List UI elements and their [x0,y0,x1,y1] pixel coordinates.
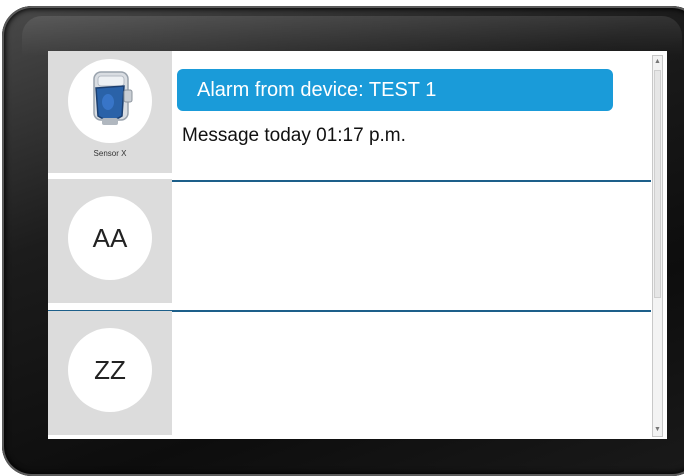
alert-list-screen: Sensor X Alarm from device: TEST 1 Messa… [48,51,667,439]
scroll-up-arrow-icon[interactable]: ▲ [653,56,662,68]
sensor-device-icon [80,66,140,137]
avatar-panel: ZZ [48,311,172,435]
alert-item-zz[interactable]: ZZ [48,311,651,437]
alarm-message: Message today 01:17 p.m. [182,125,406,146]
scroll-down-arrow-icon[interactable]: ▼ [653,424,662,436]
avatar-initials: ZZ [68,328,152,412]
avatar-initials: AA [68,196,152,280]
alert-item-aa[interactable]: AA [48,179,651,305]
scroll-thumb[interactable] [654,70,661,298]
alarm-title-banner[interactable]: Alarm from device: TEST 1 [177,69,613,111]
avatar-panel: AA [48,179,172,303]
avatar [68,59,152,143]
tablet-glare [22,16,682,56]
alert-item-sensor-x[interactable]: Sensor X Alarm from device: TEST 1 Messa… [48,51,651,173]
avatar-caption: Sensor X [93,149,127,158]
avatar-panel: Sensor X [48,51,172,173]
vertical-scrollbar[interactable]: ▲ ▼ [652,55,663,437]
